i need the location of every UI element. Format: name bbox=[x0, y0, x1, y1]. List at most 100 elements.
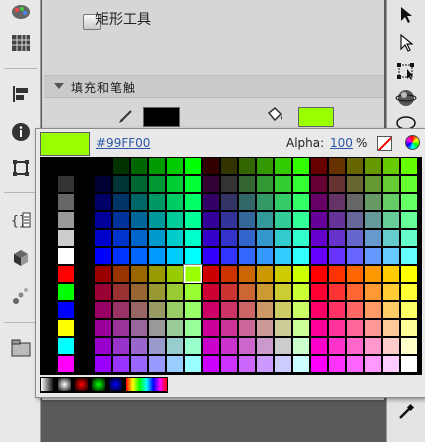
swatch-cell[interactable] bbox=[364, 229, 382, 247]
swatch-cell[interactable] bbox=[202, 229, 220, 247]
swatch-cell[interactable] bbox=[328, 229, 346, 247]
swatch-cell[interactable] bbox=[58, 284, 74, 300]
swatch-cell[interactable] bbox=[166, 355, 184, 373]
swatch-cell[interactable] bbox=[184, 193, 202, 211]
swatch-cell[interactable] bbox=[382, 211, 400, 229]
swatch-cell[interactable] bbox=[364, 337, 382, 355]
swatch-cell[interactable] bbox=[130, 301, 148, 319]
swatch-cell[interactable] bbox=[202, 301, 220, 319]
swatch-cell[interactable] bbox=[166, 301, 184, 319]
swatch-cell[interactable] bbox=[364, 265, 382, 283]
swatch-cell[interactable] bbox=[328, 319, 346, 337]
swatch-cell[interactable] bbox=[364, 175, 382, 193]
swatch-cell[interactable] bbox=[148, 193, 166, 211]
swatch-cell[interactable] bbox=[400, 175, 418, 193]
swatch-cell[interactable] bbox=[346, 229, 364, 247]
swatch-cell[interactable] bbox=[256, 229, 274, 247]
swatch-cell[interactable] bbox=[382, 319, 400, 337]
swatch-cell[interactable] bbox=[382, 283, 400, 301]
swatch-cell[interactable] bbox=[400, 157, 418, 175]
swatch-cell[interactable] bbox=[328, 355, 346, 373]
swatch-cell[interactable] bbox=[184, 337, 202, 355]
swatch-cell[interactable] bbox=[400, 319, 418, 337]
swatch-cell[interactable] bbox=[220, 211, 238, 229]
swatch-cell[interactable] bbox=[166, 193, 184, 211]
swatch-cell[interactable] bbox=[112, 229, 130, 247]
swatch-cell[interactable] bbox=[58, 230, 74, 246]
fill-color-swatch[interactable] bbox=[298, 107, 334, 127]
swatch-cell[interactable] bbox=[58, 248, 74, 264]
swatch-cell[interactable] bbox=[310, 175, 328, 193]
swatch-cell[interactable] bbox=[328, 175, 346, 193]
swatch-cell[interactable] bbox=[112, 211, 130, 229]
swatch-cell[interactable] bbox=[166, 247, 184, 265]
hex-value-input[interactable]: #99FF00 bbox=[96, 136, 150, 150]
swatch-cell[interactable] bbox=[148, 229, 166, 247]
swatch-cell[interactable] bbox=[202, 193, 220, 211]
swatch-cell[interactable] bbox=[310, 157, 328, 175]
swatch-cell[interactable] bbox=[310, 301, 328, 319]
free-transform-tool-icon[interactable] bbox=[393, 59, 419, 83]
swatch-cell[interactable] bbox=[220, 247, 238, 265]
swatch-cell[interactable] bbox=[238, 355, 256, 373]
swatch-cell[interactable] bbox=[94, 193, 112, 211]
swatch-cell[interactable] bbox=[238, 247, 256, 265]
swatch-cell[interactable] bbox=[202, 265, 220, 283]
swatch-cell[interactable] bbox=[148, 157, 166, 175]
swatch-cell[interactable] bbox=[184, 283, 202, 301]
swatch-cell[interactable] bbox=[58, 338, 74, 354]
swatch-cell[interactable] bbox=[130, 319, 148, 337]
swatch-cell[interactable] bbox=[58, 356, 74, 372]
swatch-cell[interactable] bbox=[148, 283, 166, 301]
3d-rotation-tool-icon[interactable] bbox=[393, 86, 419, 110]
swatch-cell[interactable] bbox=[130, 211, 148, 229]
swatch-cell[interactable] bbox=[346, 319, 364, 337]
swatch-cell[interactable] bbox=[112, 175, 130, 193]
swatch-cell[interactable] bbox=[130, 355, 148, 373]
swatch-cell[interactable] bbox=[202, 283, 220, 301]
swatch-cell[interactable] bbox=[202, 175, 220, 193]
gradient-swatch-linear-gray[interactable] bbox=[40, 377, 55, 392]
swatch-cell[interactable] bbox=[346, 175, 364, 193]
swatch-cell[interactable] bbox=[310, 283, 328, 301]
swatch-cell[interactable] bbox=[130, 157, 148, 175]
swatch-cell[interactable] bbox=[184, 355, 202, 373]
swatch-cell[interactable] bbox=[130, 175, 148, 193]
swatch-cell[interactable] bbox=[256, 337, 274, 355]
swatch-cell[interactable] bbox=[58, 302, 74, 318]
swatch-cell[interactable] bbox=[364, 193, 382, 211]
swatch-cell[interactable] bbox=[346, 355, 364, 373]
swatch-cell[interactable] bbox=[238, 301, 256, 319]
swatch-cell[interactable] bbox=[274, 319, 292, 337]
eyedropper-tool-icon[interactable] bbox=[393, 400, 419, 424]
swatch-cell[interactable] bbox=[328, 247, 346, 265]
swatch-cell[interactable] bbox=[382, 247, 400, 265]
swatch-cell[interactable] bbox=[183, 264, 203, 284]
swatch-cell[interactable] bbox=[382, 301, 400, 319]
swatch-cell[interactable] bbox=[238, 337, 256, 355]
swatch-cell[interactable] bbox=[382, 265, 400, 283]
swatch-cell[interactable] bbox=[274, 337, 292, 355]
swatch-cell[interactable] bbox=[130, 283, 148, 301]
swatch-cell[interactable] bbox=[256, 175, 274, 193]
swatch-cell[interactable] bbox=[202, 211, 220, 229]
swatch-cell[interactable] bbox=[130, 247, 148, 265]
swatch-cell[interactable] bbox=[364, 283, 382, 301]
swatch-cell[interactable] bbox=[382, 175, 400, 193]
swatch-cell[interactable] bbox=[292, 265, 310, 283]
swatch-cell[interactable] bbox=[166, 157, 184, 175]
swatch-cell[interactable] bbox=[220, 319, 238, 337]
swatch-cell[interactable] bbox=[148, 301, 166, 319]
swatch-cell[interactable] bbox=[292, 193, 310, 211]
swatch-cell[interactable] bbox=[166, 319, 184, 337]
swatch-cell[interactable] bbox=[112, 355, 130, 373]
swatch-cell[interactable] bbox=[346, 157, 364, 175]
swatch-cell[interactable] bbox=[130, 337, 148, 355]
swatch-cell[interactable] bbox=[184, 157, 202, 175]
swatch-cell[interactable] bbox=[328, 265, 346, 283]
swatch-cell[interactable] bbox=[112, 193, 130, 211]
swatch-cell[interactable] bbox=[202, 247, 220, 265]
swatch-cell[interactable] bbox=[94, 229, 112, 247]
swatch-cell[interactable] bbox=[94, 157, 112, 175]
swatch-cell[interactable] bbox=[130, 229, 148, 247]
